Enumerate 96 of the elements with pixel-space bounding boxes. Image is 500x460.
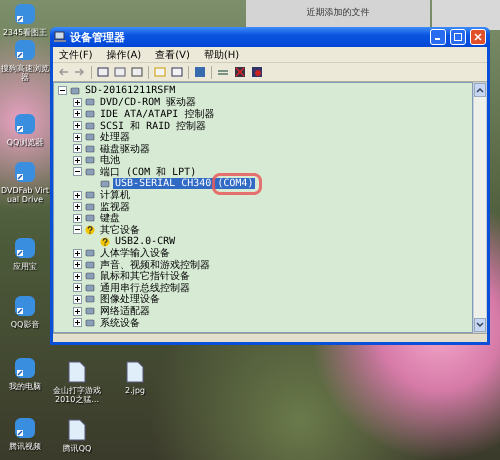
tree-item[interactable]: IDE ATA/ATAPI 控制器 — [98, 106, 216, 121]
tree-item[interactable]: USB2.0-CRW — [113, 236, 178, 248]
tree-item[interactable]: 网络适配器 — [98, 304, 152, 318]
tree-item[interactable]: 计算机 — [98, 188, 132, 202]
icon-label[interactable]: 应用宝 — [13, 262, 37, 272]
tree-item[interactable]: DVD/CD-ROM 驱动器 — [98, 95, 198, 110]
expand-icon[interactable] — [73, 260, 82, 270]
expand-icon[interactable] — [73, 283, 82, 292]
expand-icon[interactable] — [73, 190, 82, 200]
expand-icon[interactable] — [73, 98, 82, 107]
tree-item[interactable]: 处理器 — [98, 130, 132, 144]
toolbar-icon[interactable] — [171, 66, 183, 78]
toolbar-icon[interactable] — [131, 66, 143, 78]
caret-up-icon — [476, 87, 484, 93]
icon-label[interactable]: 腾讯视频 — [9, 442, 41, 452]
toolbar-icon[interactable] — [97, 66, 109, 78]
shortcut-icon[interactable] — [13, 294, 37, 318]
collapse-icon[interactable] — [58, 86, 67, 96]
device-icon — [85, 190, 95, 200]
close-button[interactable] — [470, 29, 486, 45]
expand-icon[interactable] — [73, 248, 82, 258]
shortcut-icon[interactable] — [13, 356, 37, 380]
expand-icon[interactable] — [73, 144, 82, 154]
tree-item[interactable]: 系统设备 — [98, 316, 142, 330]
icon-label[interactable]: 金山打字游戏2010之猛... — [52, 386, 102, 404]
device-icon — [85, 97, 95, 108]
tree-item[interactable]: 电池 — [98, 153, 122, 168]
expand-icon[interactable] — [73, 306, 82, 316]
tree-item[interactable]: 通用串行总线控制器 — [98, 280, 192, 295]
icon-label[interactable]: 腾讯QQ — [62, 444, 92, 454]
collapse-icon[interactable] — [73, 225, 82, 234]
computer-icon — [54, 31, 66, 43]
tree-item[interactable]: USB-SERIAL CH340 (COM4) — [113, 178, 256, 190]
maximize-button[interactable] — [450, 29, 466, 45]
device-icon — [85, 155, 95, 166]
device-icon — [85, 260, 95, 270]
expand-icon[interactable] — [73, 202, 82, 212]
device-icon — [100, 178, 110, 189]
menu-item[interactable]: 帮助(H) — [204, 48, 240, 62]
toolbar-icon[interactable] — [234, 66, 246, 78]
menu-item[interactable]: 操作(A) — [106, 48, 142, 62]
scroll-up-button[interactable] — [474, 83, 486, 97]
device-icon — [85, 108, 95, 119]
expand-icon[interactable] — [73, 214, 82, 223]
expand-icon[interactable] — [73, 121, 82, 130]
tree-item[interactable]: 端口 (COM 和 LPT) — [98, 164, 198, 179]
tree-item[interactable]: 人体学输入设备 — [98, 246, 172, 260]
expand-icon[interactable] — [73, 272, 82, 281]
expand-icon[interactable] — [73, 318, 82, 328]
tree-item[interactable]: 监视器 — [98, 200, 132, 214]
minimize-button[interactable] — [430, 29, 446, 45]
window-title: 设备管理器 — [70, 30, 126, 44]
toolbar-icon[interactable] — [114, 66, 126, 78]
expand-icon[interactable] — [73, 109, 82, 118]
tree-item[interactable]: 其它设备 — [98, 222, 142, 237]
device-icon — [85, 306, 95, 316]
icon-label[interactable]: 我的电脑 — [9, 382, 41, 392]
icon-label[interactable]: 2345看图王 — [2, 28, 48, 38]
maximize-icon — [454, 33, 462, 41]
device-icon — [85, 318, 95, 328]
caret-down-icon — [476, 322, 484, 328]
expand-icon[interactable] — [73, 294, 82, 304]
expand-icon[interactable] — [73, 132, 82, 142]
icon-label[interactable]: 2.jpg — [124, 386, 145, 396]
tree-item[interactable]: 图像处理设备 — [98, 292, 162, 306]
expand-icon[interactable] — [73, 156, 82, 165]
menu-item[interactable]: 查看(V) — [155, 48, 190, 62]
scrollbar[interactable] — [473, 82, 487, 333]
icon-label[interactable]: DVDFab Virtual Drive — [0, 186, 50, 204]
device-icon — [85, 282, 95, 293]
toolbar-icon[interactable] — [251, 66, 263, 78]
menu-item[interactable]: 文件(F) — [59, 48, 93, 62]
tree-item[interactable]: 鼠标和其它指针设备 — [98, 269, 192, 284]
device-icon — [70, 86, 80, 96]
device-icon — [85, 294, 95, 304]
icon-label[interactable]: QQ影音 — [10, 320, 40, 330]
device-icon — [85, 166, 95, 177]
device-icon — [85, 271, 95, 282]
tree-item[interactable]: 磁盘驱动器 — [98, 142, 152, 156]
tree-item[interactable]: 键盘 — [98, 211, 122, 226]
tree-item[interactable]: SCSI 和 RAID 控制器 — [98, 118, 208, 133]
device-icon — [85, 202, 95, 212]
tree-item[interactable]: SD-20161211RSFM — [83, 85, 178, 96]
tree-item[interactable]: 声音、视频和游戏控制器 — [98, 258, 212, 272]
scroll-down-button[interactable] — [474, 318, 486, 332]
shortcut-icon[interactable] — [13, 416, 37, 440]
close-icon — [474, 33, 482, 41]
device-icon — [85, 120, 95, 131]
device-icon — [85, 144, 95, 154]
shortcut-icon[interactable] — [13, 236, 37, 260]
device-icon — [85, 132, 95, 142]
collapse-icon[interactable] — [73, 167, 82, 176]
device-icon — [85, 213, 95, 224]
device-icon — [85, 248, 95, 258]
background-window — [432, 0, 500, 30]
background-window: 近期添加的文件 — [246, 0, 430, 30]
